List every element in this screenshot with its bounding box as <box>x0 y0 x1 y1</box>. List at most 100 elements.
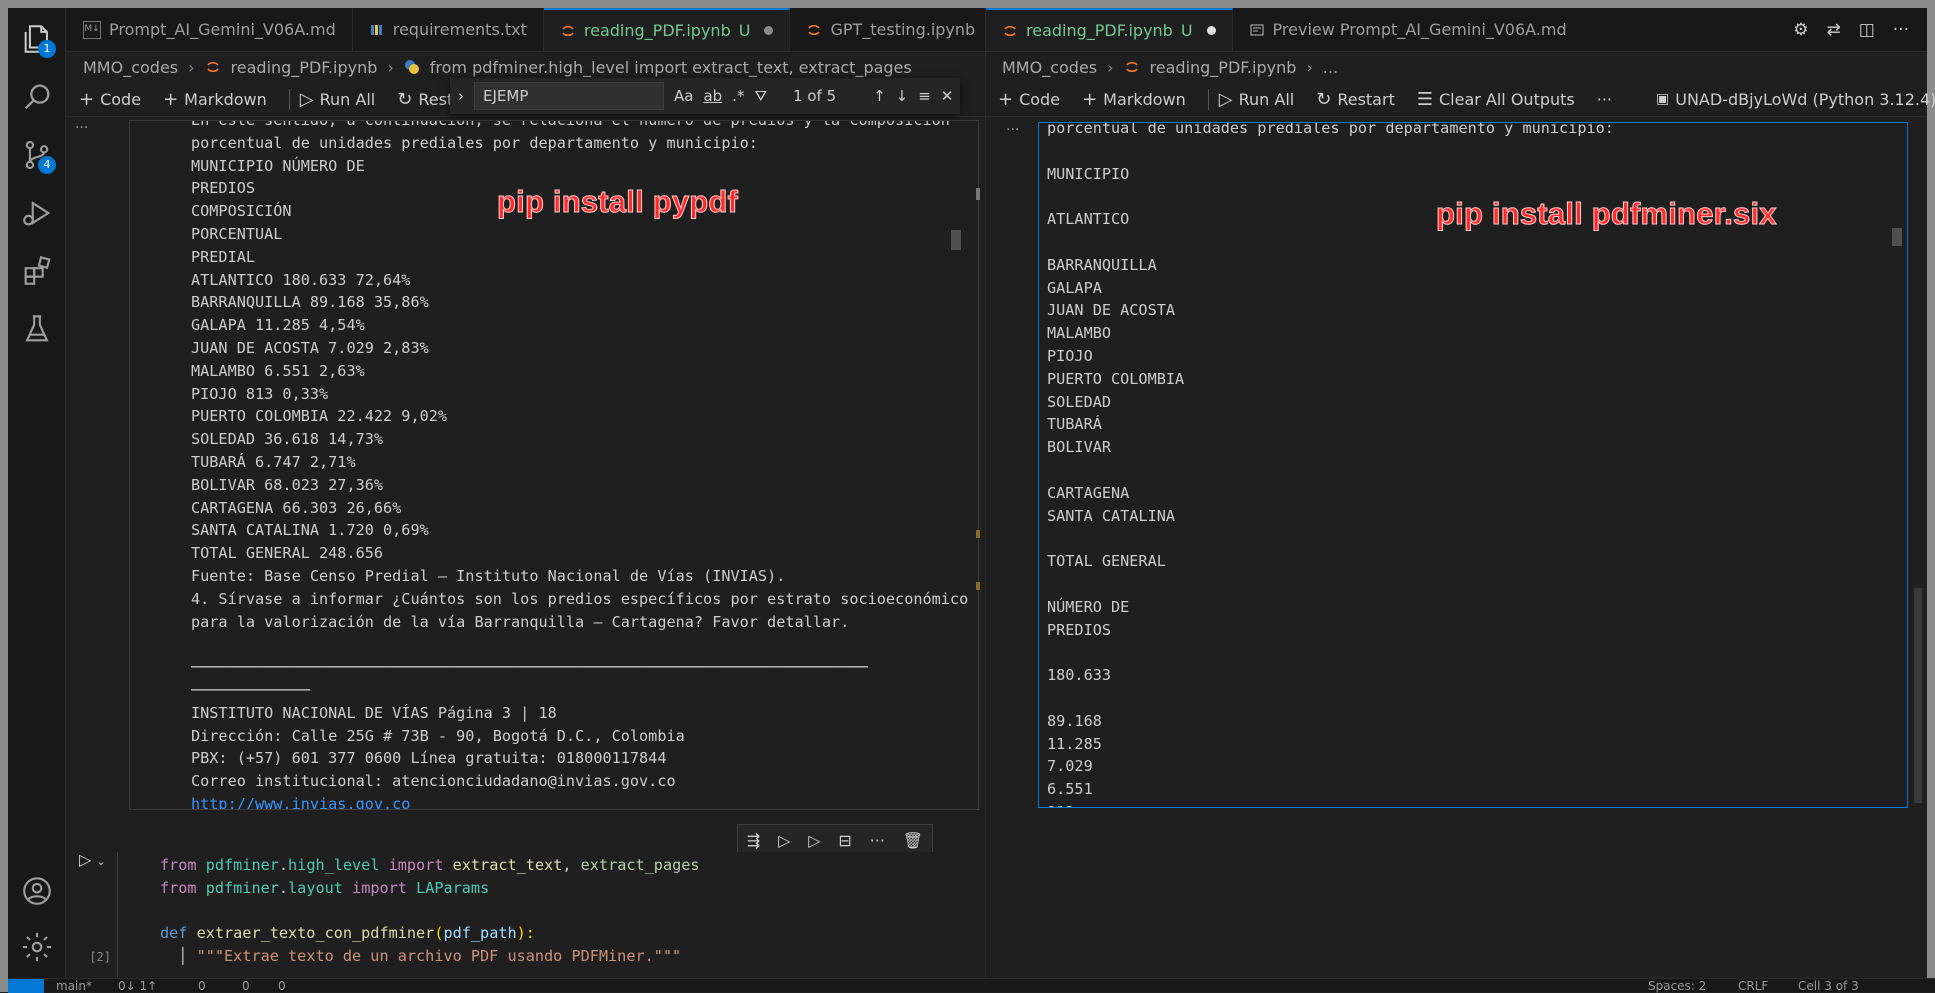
more-actions-icon[interactable]: ··· <box>1893 20 1909 40</box>
tab-reading-pdf-right[interactable]: reading_PDF.ipynb U <box>986 8 1233 51</box>
run-by-line-icon[interactable]: ⇶ <box>747 831 760 850</box>
output-line: para la valorización de la vía Barranqui… <box>191 612 850 631</box>
output-line: BARRANQUILLA 89.168 35,86% <box>191 293 429 312</box>
kernel-picker[interactable]: ▣ UNAD-dBjyLoWd (Python 3.12.4) <box>1656 90 1935 109</box>
run-all-button[interactable]: ▷ Run All <box>1207 88 1294 110</box>
search-icon[interactable] <box>20 80 54 114</box>
tab-requirements[interactable]: requirements.txt <box>353 8 544 51</box>
add-markdown-button[interactable]: + Markdown <box>163 89 267 110</box>
editor-actions: ⚙ ⇄ ◫ ··· <box>1793 8 1927 51</box>
add-markdown-button[interactable]: + Markdown <box>1082 89 1186 110</box>
eol-status[interactable]: CRLF <box>1738 979 1768 993</box>
tab-preview-md[interactable]: Preview Prompt_AI_Gemini_V06A.md <box>1233 8 1583 51</box>
output-link[interactable]: http://www.invias.gov.co <box>191 795 410 809</box>
untracked-status: U <box>1180 21 1193 40</box>
settings-gear-icon[interactable] <box>20 930 54 964</box>
run-all-button[interactable]: ▷ Run All <box>288 88 376 110</box>
errors-count[interactable]: 0 <box>198 979 206 993</box>
output-scrollbar[interactable] <box>1892 228 1902 246</box>
branch-indicator[interactable]: main* <box>56 979 92 993</box>
kernel-label: UNAD-dBjyLoWd (Python 3.12.4) <box>1675 89 1935 109</box>
cell-more-icon[interactable]: ··· <box>75 120 88 136</box>
breadcrumb-symbol[interactable]: ... <box>1323 58 1338 77</box>
output-line: MUNICIPIO NÚMERO DE <box>191 156 365 175</box>
text-file-icon <box>370 24 382 35</box>
run-debug-icon[interactable] <box>20 196 54 230</box>
filter-icon[interactable]: ⛛ <box>754 87 767 105</box>
breadcrumb-file[interactable]: reading_PDF.ipynb <box>231 58 378 77</box>
cell-more-icon[interactable]: ··· <box>1006 122 1019 138</box>
chevron-down-icon[interactable]: ⌄ <box>96 855 105 868</box>
cell-output-left[interactable]: En este sentido, a continuación, se rela… <box>129 120 979 810</box>
breadcrumb-file[interactable]: reading_PDF.ipynb <box>1150 58 1297 77</box>
output-scrollbar[interactable] <box>951 230 961 250</box>
output-line: JUAN DE ACOSTA 7.029 2,83% <box>191 338 429 357</box>
find-in-selection-icon[interactable]: ≡ <box>918 87 931 105</box>
cell-position-status[interactable]: Cell 3 of 3 <box>1798 979 1859 993</box>
sync-indicator[interactable]: 0↓ 1↑ <box>118 979 157 993</box>
run-cell-button[interactable]: ▷ ⌄ <box>79 850 115 869</box>
explorer-icon[interactable]: 1 <box>20 22 56 58</box>
code-cell[interactable]: from pdfminer.high_level import extract_… <box>117 852 979 978</box>
restart-button[interactable]: ↻ Restart <box>1316 89 1395 110</box>
close-icon[interactable]: ✕ <box>941 87 954 105</box>
tab-gpt-testing[interactable]: GPT_testing.ipynb <box>790 8 991 51</box>
compare-changes-icon[interactable]: ⇄ <box>1826 20 1840 40</box>
minimap-marker <box>976 582 980 590</box>
breadcrumb-folder[interactable]: MMO_codes <box>83 58 178 77</box>
editor-scrollbar[interactable] <box>1914 588 1922 803</box>
chevron-right-icon[interactable]: › <box>458 87 464 105</box>
left-tab-bar: M↓ Prompt_AI_Gemini_V06A.md requirements… <box>67 8 1022 52</box>
button-label: Code <box>1019 89 1061 109</box>
execute-below-icon[interactable]: ▷ <box>808 831 820 850</box>
button-label: Markdown <box>184 89 267 109</box>
tab-prompt-md[interactable]: M↓ Prompt_AI_Gemini_V06A.md <box>67 8 353 51</box>
regex-icon[interactable]: .* <box>732 87 744 105</box>
arrow-down-icon[interactable]: ↓ <box>896 87 909 105</box>
find-input[interactable]: EJEMP <box>474 82 664 110</box>
unsaved-dot-icon[interactable] <box>764 26 774 35</box>
output-line: INSTITUTO NACIONAL DE VÍAS Página 3 | 18 <box>191 703 557 722</box>
code-editor[interactable]: from pdfminer.high_level import extract_… <box>160 854 700 968</box>
match-case-icon[interactable]: Aa <box>674 87 693 105</box>
ports-count[interactable]: 0 <box>278 979 286 993</box>
settings-gear-icon[interactable]: ⚙ <box>1793 20 1808 40</box>
output-line: BARRANQUILLA <box>1047 255 1157 274</box>
split-cell-icon[interactable]: ⊟ <box>838 831 851 850</box>
output-line: JUAN DE ACOSTA <box>1047 301 1176 320</box>
unsaved-dot-icon[interactable] <box>1206 26 1216 35</box>
extensions-icon[interactable] <box>20 254 54 288</box>
jupyter-icon <box>206 61 219 73</box>
output-line: ATLANTICO 180.633 72,64% <box>191 270 411 289</box>
warnings-count[interactable]: 0 <box>242 979 250 993</box>
markdown-icon: M↓ <box>83 20 101 39</box>
toolbar-more-button[interactable]: ··· <box>1597 90 1612 109</box>
output-line: PREDIOS <box>191 179 256 198</box>
remote-indicator[interactable] <box>8 979 44 993</box>
testing-flask-icon[interactable] <box>20 312 54 346</box>
jupyter-icon <box>808 24 821 35</box>
tab-reading-pdf-left[interactable]: reading_PDF.ipynb U <box>543 8 791 51</box>
jupyter-icon <box>1125 61 1138 73</box>
breadcrumb-folder[interactable]: MMO_codes <box>1002 58 1097 77</box>
kernel-icon: ▣ <box>1656 91 1670 107</box>
arrow-up-icon[interactable]: ↑ <box>873 87 886 105</box>
output-line: NÚMERO DE <box>1047 597 1130 616</box>
output-line: Dirección: Calle 25G # 73B - 90, Bogotá … <box>191 726 685 745</box>
add-code-button[interactable]: + Code <box>79 89 141 110</box>
account-icon[interactable] <box>20 874 54 908</box>
more-actions-icon[interactable]: ··· <box>870 831 885 850</box>
whole-word-icon[interactable]: ab <box>703 87 722 105</box>
minimap-marker <box>976 188 980 200</box>
source-control-icon[interactable]: 4 <box>20 138 56 174</box>
run-all-icon: ▷ <box>1218 88 1233 110</box>
execute-above-icon[interactable]: ▷ <box>778 831 790 850</box>
split-editor-icon[interactable]: ◫ <box>1859 20 1875 40</box>
minimap-marker <box>976 530 980 538</box>
clear-all-outputs-button[interactable]: ☰ Clear All Outputs <box>1417 89 1575 110</box>
add-code-button[interactable]: + Code <box>998 89 1060 110</box>
delete-cell-icon[interactable]: 🗑 <box>903 831 923 850</box>
breadcrumb-symbol[interactable]: from pdfminer.high_level import extract_… <box>430 58 912 77</box>
button-label: Run All <box>319 89 376 109</box>
indentation-status[interactable]: Spaces: 2 <box>1648 979 1706 993</box>
